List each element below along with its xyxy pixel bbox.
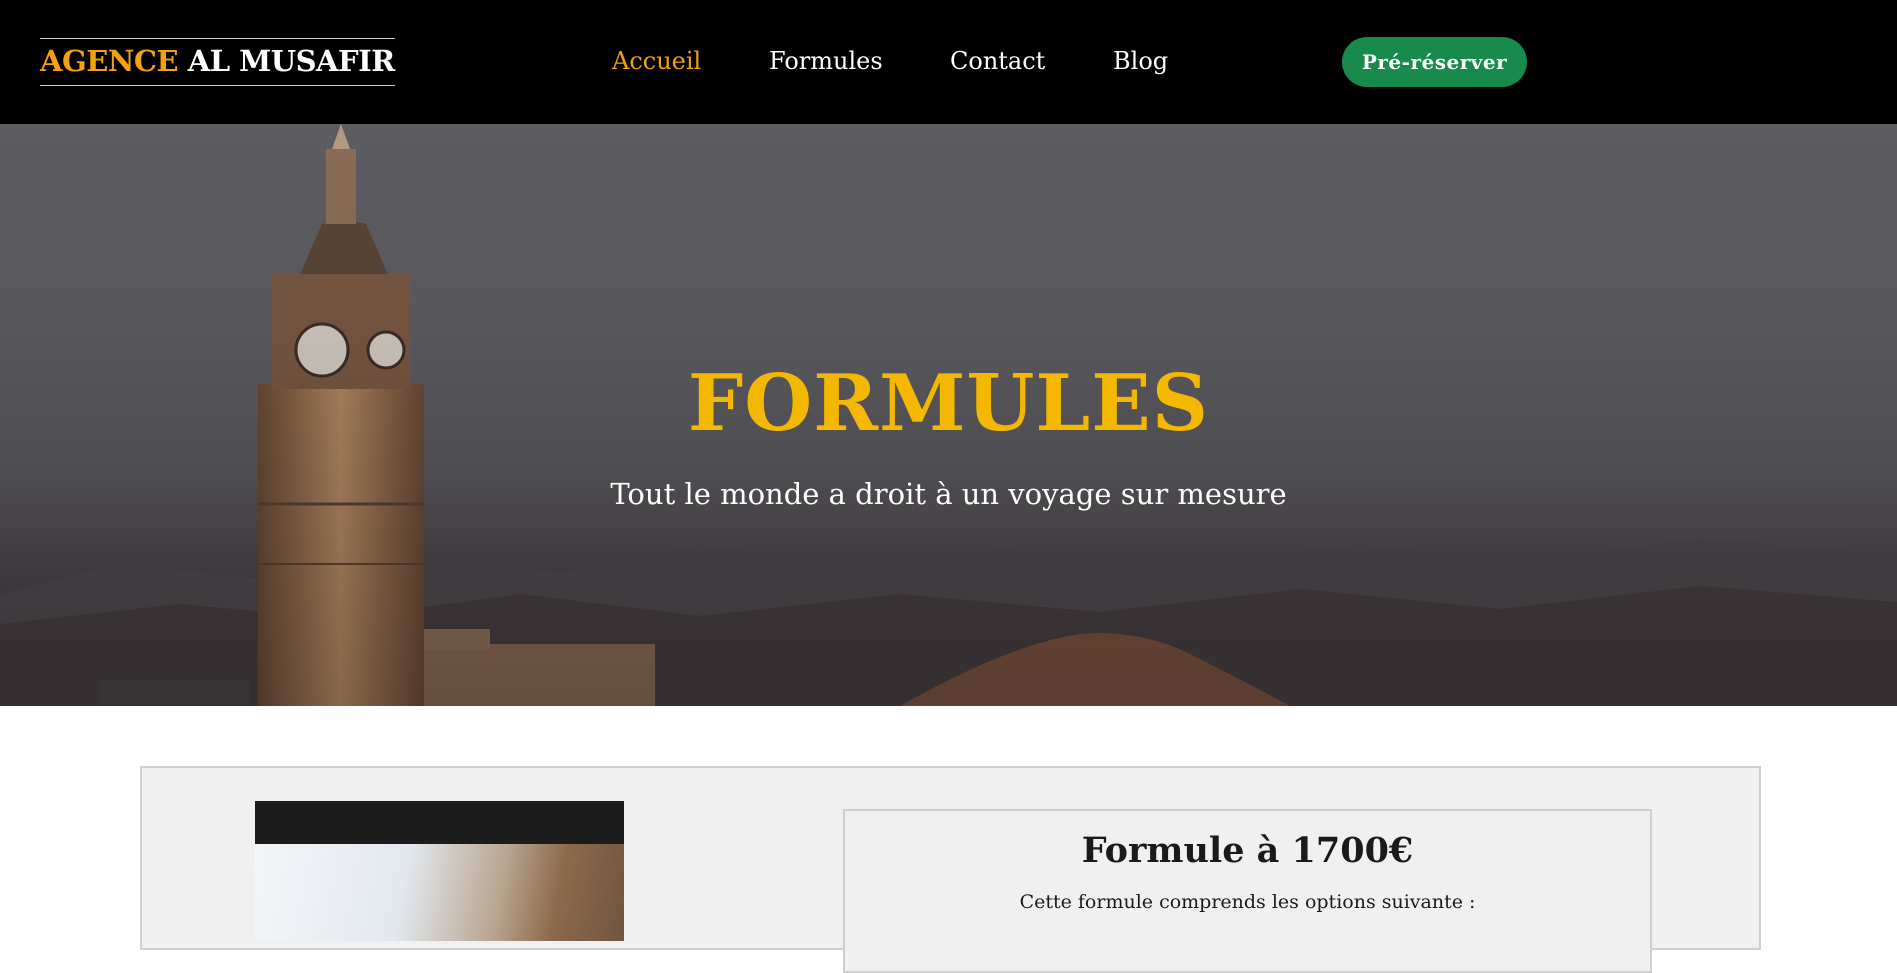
hotel-room-image [255,801,624,941]
hero-subtitle: Tout le monde a droit à un voyage sur me… [610,477,1287,511]
nav-link-blog[interactable]: Blog [1113,46,1168,76]
site-logo[interactable]: AGENCE AL MUSAFIR [40,38,395,86]
hero-banner: FORMULES Tout le monde a droit à un voya… [0,124,1897,706]
nav-link-accueil[interactable]: Accueil [612,46,701,76]
formula-title: Formule à 1700€ [1081,830,1414,871]
nav-link-contact[interactable]: Contact [950,46,1045,76]
logo-text-al-musafir: AL MUSAFIR [187,44,396,78]
formula-details: Formule à 1700€ Cette formule comprends … [843,809,1652,973]
logo-text-agence: AGENCE [40,44,179,78]
formula-description: Cette formule comprends les options suiv… [1019,891,1476,913]
formula-card: Formule à 1700€ Cette formule comprends … [140,766,1761,973]
pre-reserve-button[interactable]: Pré-réserver [1342,37,1527,87]
navbar: AGENCE AL MUSAFIR Accueil Formules Conta… [0,0,1897,124]
hero-title: FORMULES [687,358,1210,449]
nav-link-formules[interactable]: Formules [769,46,883,76]
hotel-room-photo [255,844,624,941]
